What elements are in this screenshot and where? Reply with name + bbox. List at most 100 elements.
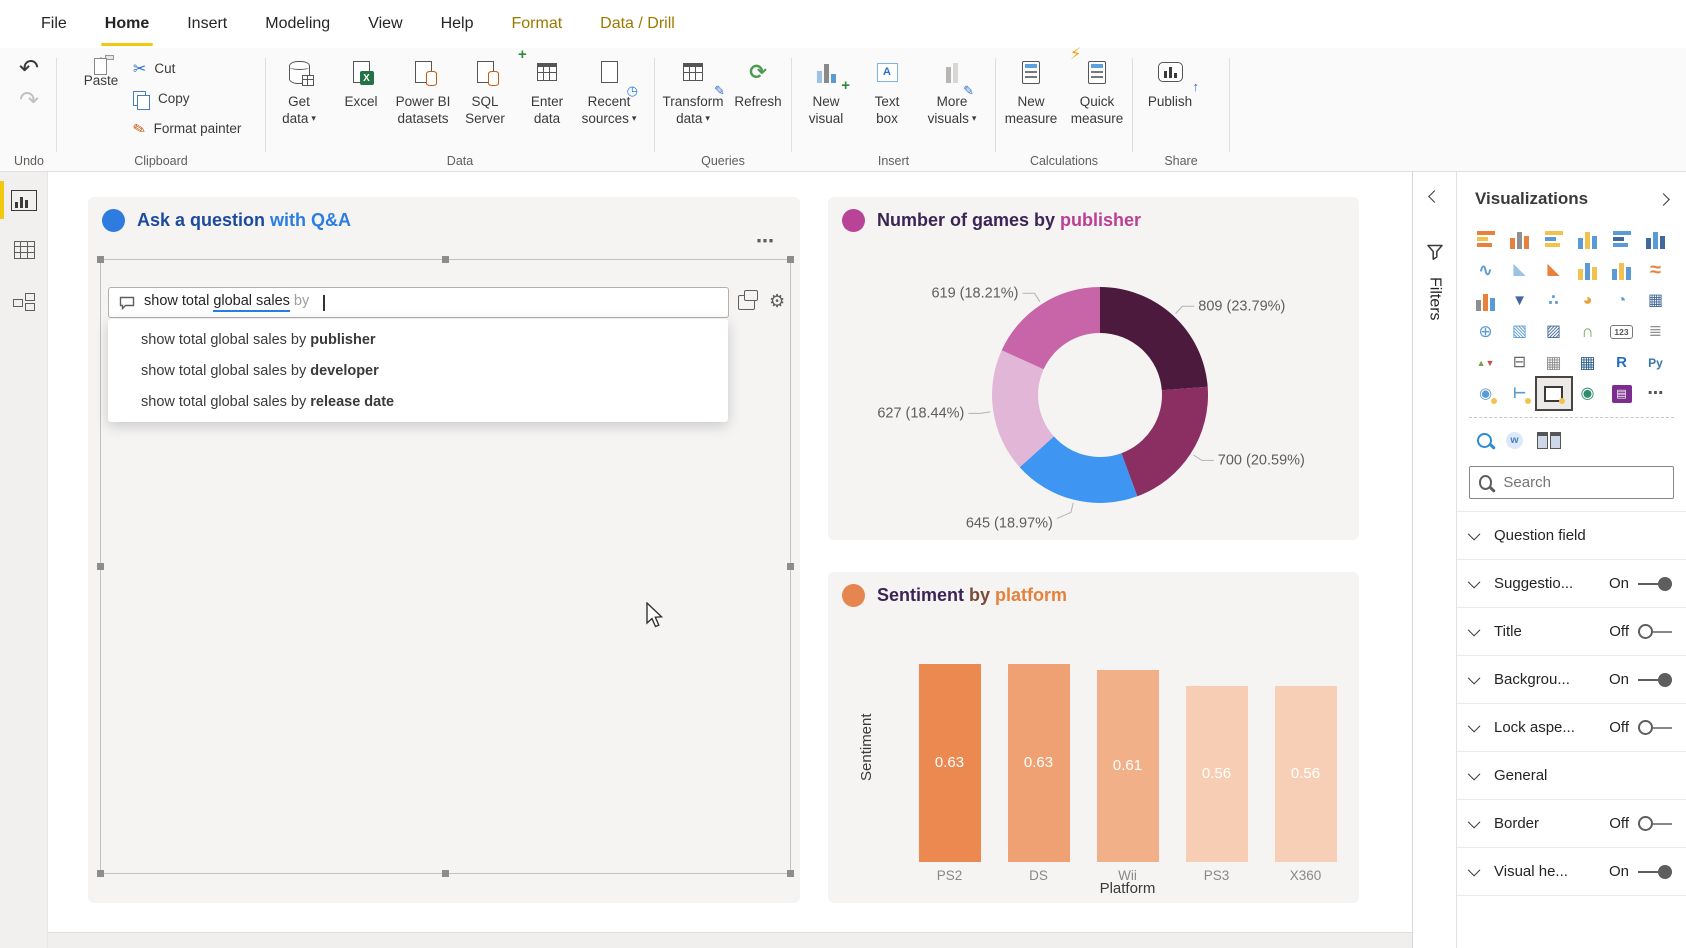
- viz-type-paginated-report-icon[interactable]: ▤: [1605, 378, 1639, 409]
- resize-handle[interactable]: [442, 256, 449, 263]
- toggle-suggestio[interactable]: [1638, 576, 1672, 592]
- power-bi-datasets-button[interactable]: Power BI datasets: [392, 48, 454, 171]
- viz-type-ribbon-chart-icon[interactable]: ≈: [1639, 254, 1673, 285]
- filters-pane-label[interactable]: Filters: [1426, 277, 1444, 321]
- viz-type-area-chart-icon[interactable]: ◣: [1503, 254, 1537, 285]
- data-view-button[interactable]: [0, 228, 48, 272]
- model-view-button[interactable]: [0, 280, 48, 324]
- qna-suggestion-release-date[interactable]: show total global sales by release date: [108, 386, 728, 417]
- menu-item-file[interactable]: File: [22, 0, 86, 48]
- viz-type-scatter-chart-icon[interactable]: ∴: [1537, 285, 1571, 316]
- expand-filters-chevron-icon[interactable]: [1428, 190, 1441, 203]
- viz-type-stacked-bar-chart-icon[interactable]: [1469, 223, 1503, 254]
- viz-type-card-icon[interactable]: 123: [1605, 316, 1639, 347]
- format-section-question-field[interactable]: Question field: [1457, 511, 1686, 559]
- donut-slice-809[interactable]: [1100, 287, 1208, 390]
- menu-item-help[interactable]: Help: [422, 0, 493, 48]
- viz-type-decomposition-tree-icon[interactable]: ⊢: [1503, 378, 1537, 409]
- donut-slice-700[interactable]: [1121, 387, 1208, 497]
- viz-type-r-script-visual-icon[interactable]: R: [1605, 347, 1639, 378]
- field-search-box[interactable]: [1469, 466, 1674, 499]
- redo-icon[interactable]: ↷: [19, 88, 39, 114]
- format-section-backgrou[interactable]: Backgrou...On: [1457, 655, 1686, 703]
- new-measure-button[interactable]: New measure: [998, 48, 1064, 171]
- qna-question-input[interactable]: show total global sales by: [108, 287, 729, 318]
- report-view-button[interactable]: [0, 178, 48, 222]
- viz-type-line-and-clustered-column-chart-icon[interactable]: [1605, 254, 1639, 285]
- copy-button[interactable]: Copy: [133, 88, 241, 109]
- more-options-icon[interactable]: ⋯: [756, 231, 776, 252]
- sql-server-button[interactable]: SQL Server: [454, 48, 516, 171]
- excel-button[interactable]: X Excel: [330, 48, 392, 171]
- qna-suggestion-developer[interactable]: show total global sales by developer: [108, 355, 728, 386]
- format-painter-button[interactable]: ✎ Format painter: [133, 118, 241, 139]
- viz-type-treemap-icon[interactable]: ▦: [1639, 285, 1673, 316]
- viz-type-shape-map-icon[interactable]: ▨: [1537, 316, 1571, 347]
- viz-type-donut-chart-icon[interactable]: ◔: [1605, 285, 1639, 316]
- format-section-border[interactable]: BorderOff: [1457, 799, 1686, 847]
- viz-type-python-visual-icon[interactable]: Py: [1639, 347, 1673, 378]
- viz-type-map-icon[interactable]: ⊕: [1469, 316, 1503, 347]
- viz-type-slicer-icon[interactable]: ⊟: [1503, 347, 1537, 378]
- text-box-button[interactable]: A Text box: [858, 48, 916, 171]
- bar-chart-plot[interactable]: Sentiment Platform 0.63PS20.63DS0.61Wii0…: [828, 572, 1359, 903]
- publish-button[interactable]: ↑ Publish: [1135, 48, 1205, 171]
- viz-type-multi-row-card-icon[interactable]: ≣: [1639, 316, 1673, 347]
- donut-visual-card[interactable]: Number of games by publisher 809 (23.79%…: [828, 197, 1359, 540]
- viz-type-gauge-icon[interactable]: ∩: [1571, 316, 1605, 347]
- menu-item-view[interactable]: View: [349, 0, 421, 48]
- viz-type-stacked-column-chart-icon[interactable]: [1503, 223, 1537, 254]
- toggle-visual-he[interactable]: [1638, 864, 1672, 880]
- new-visual-button[interactable]: + New visual: [794, 48, 858, 171]
- format-section-title[interactable]: TitleOff: [1457, 607, 1686, 655]
- format-section-general[interactable]: General: [1457, 751, 1686, 799]
- qna-suggestion-publisher[interactable]: show total global sales by publisher: [108, 324, 728, 355]
- resize-handle[interactable]: [787, 563, 794, 570]
- viz-type-kpi-icon[interactable]: ▲▼: [1469, 347, 1503, 378]
- gear-icon[interactable]: ⚙: [769, 291, 785, 312]
- viz-type-filled-map-icon[interactable]: ▧: [1503, 316, 1537, 347]
- qna-visual-card[interactable]: Ask a question with Q&A ⋯ show total glo…: [88, 197, 800, 903]
- undo-icon[interactable]: ↶: [19, 56, 39, 82]
- viz-type-more-options-icon[interactable]: ⋯: [1639, 378, 1673, 409]
- transform-data-button[interactable]: ✎ Transform data▾: [657, 48, 729, 171]
- viz-type-line-chart-icon[interactable]: ∿: [1469, 254, 1503, 285]
- resize-handle[interactable]: [97, 563, 104, 570]
- toggle-border[interactable]: [1638, 816, 1672, 832]
- viz-type-table-icon[interactable]: ▦: [1537, 347, 1571, 378]
- enter-data-button[interactable]: + Enter data: [516, 48, 578, 171]
- viz-type-clustered-bar-chart-icon[interactable]: [1537, 223, 1571, 254]
- toggle-title[interactable]: [1638, 624, 1672, 640]
- viz-type-funnel-chart-icon[interactable]: ▼: [1503, 285, 1537, 316]
- menu-item-insert[interactable]: Insert: [168, 0, 246, 48]
- viz-type-clustered-column-chart-icon[interactable]: [1571, 223, 1605, 254]
- resize-handle[interactable]: [97, 256, 104, 263]
- viz-type-arcgis-map-icon[interactable]: ◉: [1571, 378, 1605, 409]
- refresh-button[interactable]: ⟳ Refresh: [729, 48, 787, 171]
- menu-item-modeling[interactable]: Modeling: [246, 0, 349, 48]
- viz-type-hundred-percent-stacked-bar-chart-icon[interactable]: [1605, 223, 1639, 254]
- viz-type-pie-chart-icon[interactable]: ◕: [1571, 285, 1605, 316]
- cut-button[interactable]: ✂ Cut: [133, 58, 241, 79]
- resize-handle[interactable]: [787, 870, 794, 877]
- browse-visuals-icon[interactable]: [1477, 428, 1492, 452]
- format-section-suggestio[interactable]: Suggestio...On: [1457, 559, 1686, 607]
- tiles-custom-visual-icon[interactable]: [1537, 428, 1561, 452]
- report-canvas[interactable]: Ask a question with Q&A ⋯ show total glo…: [48, 172, 1412, 948]
- resize-handle[interactable]: [787, 256, 794, 263]
- menu-item-format[interactable]: Format: [492, 0, 581, 48]
- more-visuals-button[interactable]: ✎ More visuals▾: [916, 48, 988, 171]
- viz-type-matrix-icon[interactable]: ▦: [1571, 347, 1605, 378]
- toggle-lock-aspe[interactable]: [1638, 720, 1672, 736]
- word-custom-visual-icon[interactable]: w: [1506, 428, 1523, 452]
- viz-type-line-and-stacked-column-chart-icon[interactable]: [1571, 254, 1605, 285]
- paste-button[interactable]: Paste: [73, 58, 129, 88]
- format-section-visual-he[interactable]: Visual he...On: [1457, 847, 1686, 896]
- viz-type-stacked-area-chart-icon[interactable]: ◣: [1537, 254, 1571, 285]
- viz-type-key-influencers-icon[interactable]: ◉: [1469, 378, 1503, 409]
- resize-handle[interactable]: [97, 870, 104, 877]
- bar-visual-card[interactable]: Sentiment by platform Sentiment Platform…: [828, 572, 1359, 903]
- quick-measure-button[interactable]: ⚡ Quick measure: [1064, 48, 1130, 171]
- menu-item-home[interactable]: Home: [86, 0, 168, 48]
- search-input[interactable]: [1501, 473, 1664, 492]
